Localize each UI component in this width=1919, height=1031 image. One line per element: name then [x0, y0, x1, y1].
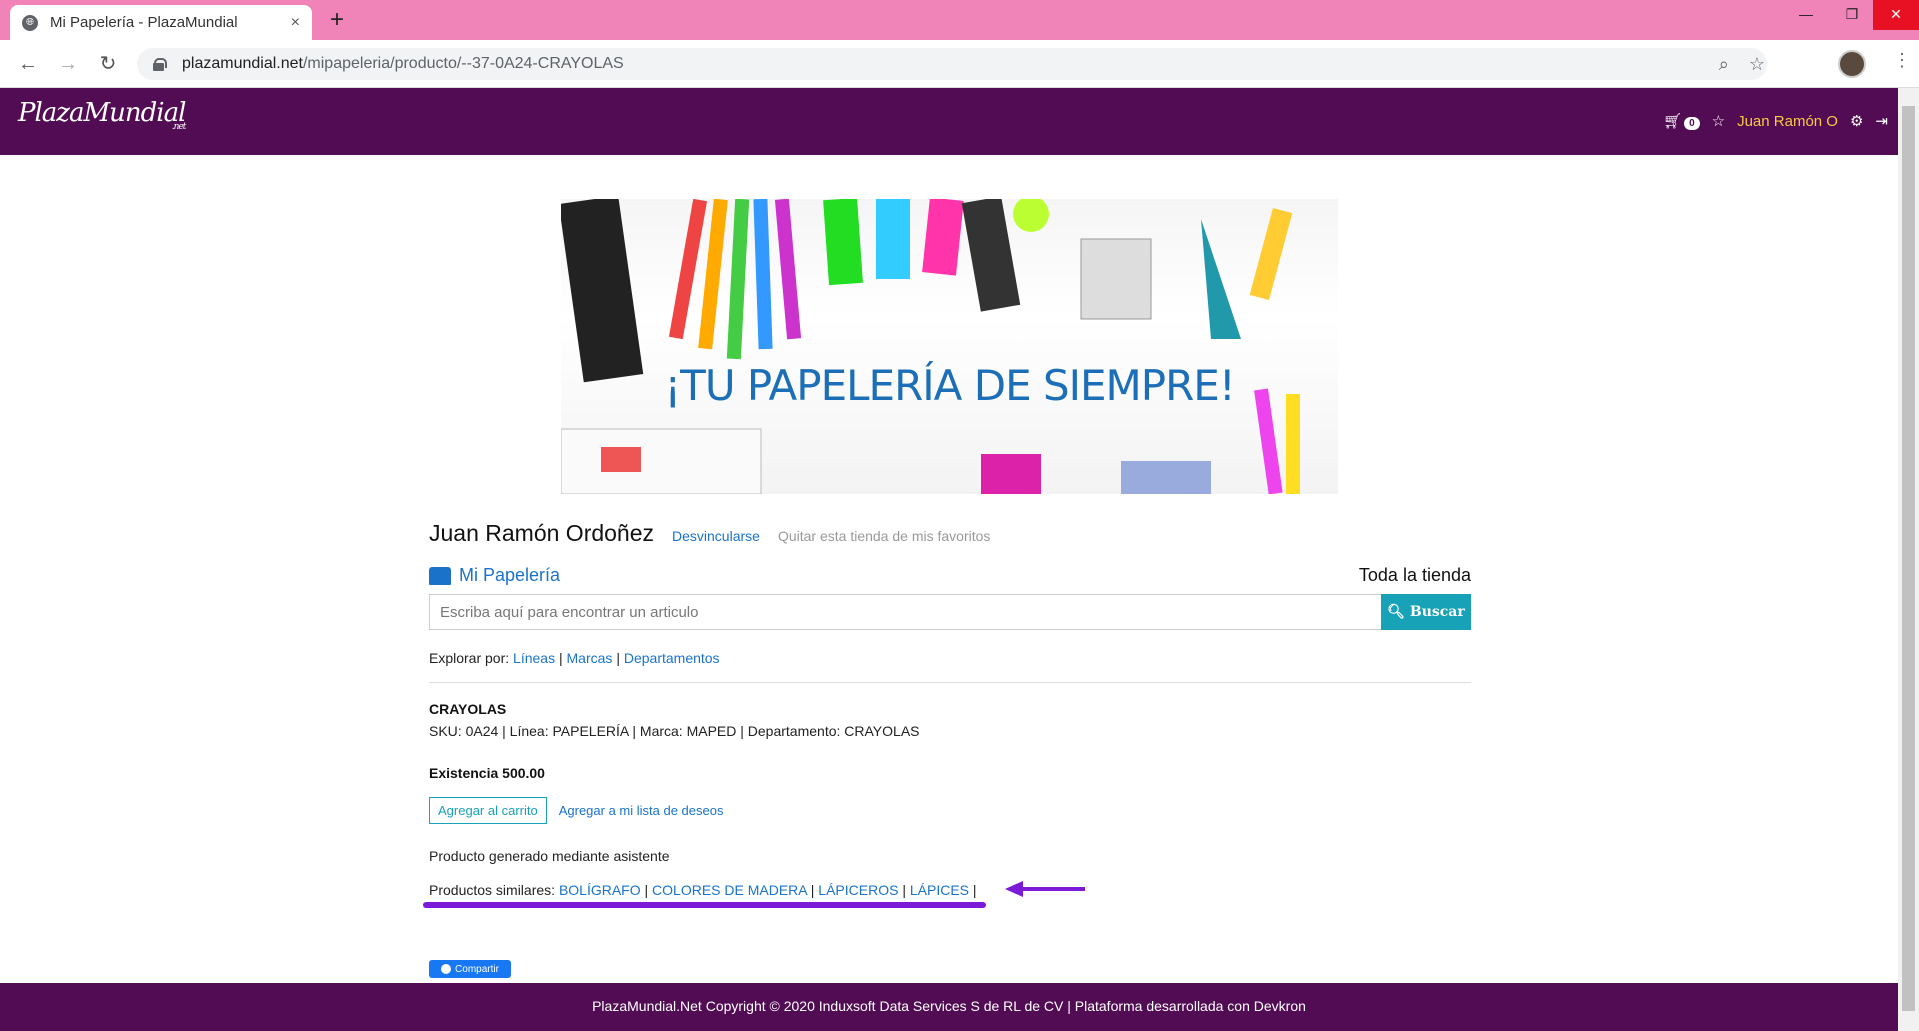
- store-owner-name: Juan Ramón Ordoñez: [429, 520, 655, 546]
- facebook-icon: [441, 964, 452, 974]
- scrollbar-thumb[interactable]: [1902, 106, 1915, 1011]
- store-bar: Mi Papelería Toda la tienda: [429, 565, 1471, 586]
- tab-close-icon[interactable]: ×: [291, 14, 300, 32]
- product-name: CRAYOLAS: [429, 701, 507, 717]
- generated-note: Producto generado mediante asistente: [429, 848, 670, 864]
- search-button-label: Buscar: [1409, 604, 1465, 620]
- share-label: Compartir: [455, 963, 499, 975]
- annotation-underline: [423, 902, 986, 908]
- separator: |: [616, 650, 620, 666]
- browser-tab[interactable]: 🌐︎ Mi Papelería - PlazaMundial ×: [10, 5, 312, 40]
- reload-button[interactable]: ↻: [94, 50, 122, 78]
- unlink-store-link[interactable]: Desvincularse: [672, 528, 760, 544]
- explore-departments-link[interactable]: Departamentos: [624, 650, 720, 666]
- explore-row: Explorar por: Líneas | Marcas | Departam…: [429, 650, 1471, 666]
- explore-label: Explorar por:: [429, 650, 510, 666]
- separator: |: [810, 882, 815, 898]
- minimize-button[interactable]: —: [1783, 0, 1829, 30]
- store-name-label: Mi Papelería: [459, 565, 561, 585]
- logout-icon[interactable]: ⇥: [1875, 112, 1888, 130]
- logo-text: PlazaMundial: [18, 98, 186, 128]
- remove-favorite-link[interactable]: Quitar esta tienda de mis favoritos: [778, 528, 990, 544]
- favorites-star-icon[interactable]: ☆: [1712, 112, 1725, 130]
- product-actions: Agregar al carrito Agregar a mi lista de…: [429, 797, 1471, 824]
- search-row: 🔍︎ Buscar: [429, 594, 1471, 630]
- search-input[interactable]: [429, 594, 1381, 630]
- share-button[interactable]: Compartir: [429, 960, 511, 978]
- separator: |: [972, 882, 977, 898]
- store-banner: ¡TU PAPELERÍA DE SIEMPRE!: [561, 199, 1338, 494]
- user-name-link[interactable]: Juan Ramón O: [1737, 113, 1838, 130]
- globe-icon: 🌐︎: [22, 14, 38, 31]
- back-button[interactable]: ←: [14, 50, 42, 78]
- similar-link-colores-de-madera[interactable]: COLORES DE MADERA: [652, 882, 807, 898]
- explore-lines-link[interactable]: Líneas: [513, 650, 555, 666]
- settings-gear-icon[interactable]: ⚙: [1850, 112, 1863, 130]
- tab-title: Mi Papelería - PlazaMundial: [50, 14, 238, 31]
- zoom-icon[interactable]: ⌕: [1719, 54, 1729, 75]
- profile-avatar[interactable]: [1838, 50, 1866, 78]
- address-bar-row: ← → ↻ plazamundial.net/mipapeleria/produ…: [0, 40, 1919, 88]
- store-name-link[interactable]: Mi Papelería: [429, 565, 560, 586]
- add-to-wishlist-link[interactable]: Agregar a mi lista de deseos: [559, 803, 724, 818]
- explore-brands-link[interactable]: Marcas: [567, 650, 613, 666]
- new-tab-button[interactable]: +: [323, 6, 351, 34]
- separator: |: [644, 882, 649, 898]
- similar-link-boligrafo[interactable]: BOLÍGRAFO: [559, 882, 641, 898]
- site-header: PlazaMundial .net 🛒︎ 0 ☆ Juan Ramón O ⚙ ⇥: [0, 88, 1898, 155]
- url-field[interactable]: plazamundial.net/mipapeleria/producto/--…: [137, 48, 1767, 80]
- add-to-cart-button[interactable]: Agregar al carrito: [429, 797, 547, 824]
- product-meta: SKU: 0A24 | Línea: PAPELERÍA | Marca: MA…: [429, 723, 920, 739]
- search-button[interactable]: 🔍︎ Buscar: [1381, 594, 1471, 630]
- separator: |: [902, 882, 906, 898]
- site-footer: PlazaMundial.Net Copyright © 2020 Induxs…: [0, 983, 1898, 1031]
- cart-count-badge: 0: [1684, 117, 1700, 130]
- cart-button[interactable]: 🛒︎ 0: [1663, 112, 1700, 130]
- forward-button[interactable]: →: [54, 50, 82, 78]
- bookmark-star-icon[interactable]: ☆: [1749, 54, 1765, 75]
- maximize-button[interactable]: ❐: [1829, 0, 1875, 30]
- browser-tabbar: 🌐︎ Mi Papelería - PlazaMundial × + — ❐ ✕: [0, 0, 1919, 40]
- product-stock: Existencia 500.00: [429, 765, 545, 781]
- site-logo[interactable]: PlazaMundial .net: [18, 98, 186, 132]
- banner-slogan: ¡TU PAPELERÍA DE SIEMPRE!: [664, 361, 1235, 410]
- cart-icon: 🛒︎: [1663, 113, 1683, 130]
- annotation-arrow-icon: [1005, 881, 1085, 897]
- store-icon: [429, 566, 451, 585]
- stationery-illustration: [561, 199, 1300, 494]
- main-content: Juan Ramón Ordoñez Desvincularse Quitar …: [429, 520, 1471, 898]
- similar-label: Productos similares:: [429, 882, 556, 898]
- similar-link-lapices[interactable]: LÁPICES: [910, 882, 969, 898]
- divider: [429, 682, 1471, 683]
- browser-menu-icon[interactable]: ⋮: [1893, 50, 1911, 71]
- similar-products-row: Productos similares: BOLÍGRAFO | COLORES…: [429, 882, 1471, 898]
- lock-icon[interactable]: [153, 58, 167, 71]
- whole-store-label: Toda la tienda: [1358, 565, 1471, 585]
- similar-link-lapiceros[interactable]: LÁPICEROS: [818, 882, 898, 898]
- url-path: /mipapeleria/producto/--37-0A24-CRAYOLAS: [302, 55, 624, 72]
- url-host: plazamundial.net: [182, 55, 303, 72]
- close-window-button[interactable]: ✕: [1873, 0, 1919, 30]
- separator: |: [558, 650, 563, 666]
- search-icon: 🔍︎: [1387, 604, 1406, 620]
- store-owner-row: Juan Ramón Ordoñez Desvincularse Quitar …: [429, 520, 1471, 547]
- page-scrollbar[interactable]: [1898, 88, 1919, 1031]
